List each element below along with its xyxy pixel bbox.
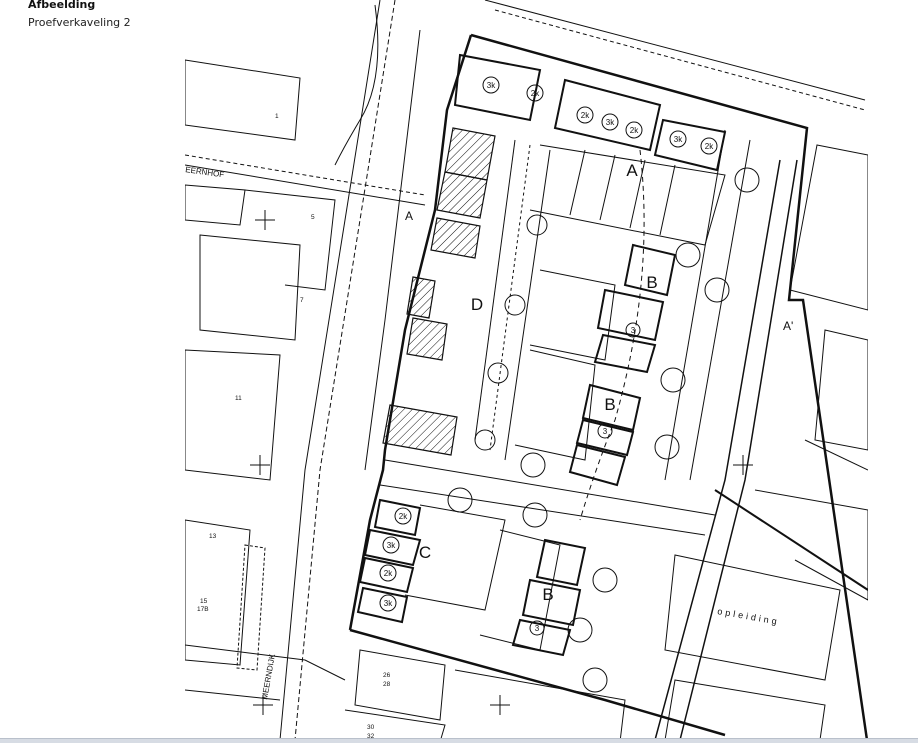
street-name-meernhof: EERNHOF <box>185 165 225 179</box>
site-boundary-north <box>470 33 868 741</box>
street-name-meerndijk: MEERNDIJK <box>260 653 277 701</box>
unit-label: 3k <box>487 81 496 90</box>
section-marker-a: A <box>405 209 413 223</box>
unit-label: 2k <box>531 89 540 98</box>
window-bottom-edge <box>0 738 918 743</box>
site-plan-drawing: 3k 2k 2k 3k 2k 3k 2k 3 3 3 2k 3k 2k 3k A… <box>185 0 868 742</box>
house-number: 13 <box>209 533 217 540</box>
plot-label-b: B <box>542 585 553 604</box>
garage-hatch-2 <box>436 171 488 219</box>
house-number: 28 <box>383 681 391 688</box>
house-number: 30 <box>367 724 375 731</box>
garage-hatch-5 <box>406 317 448 361</box>
unit-label: 3k <box>387 541 396 550</box>
house-number: 17B <box>197 606 209 613</box>
house-number: 26 <box>383 672 391 679</box>
site-boundary-east-road <box>654 159 781 741</box>
plot-label-b: B <box>604 395 615 414</box>
building-label: opleiding <box>717 606 781 627</box>
unit-label: 2k <box>581 111 590 120</box>
unit-label: 2k <box>705 142 714 151</box>
house-number: 11 <box>235 395 242 402</box>
garage-hatch-3 <box>430 217 481 259</box>
plot-label-b: B <box>646 273 657 292</box>
unit-label: 2k <box>399 512 408 521</box>
unit-label: 3k <box>384 599 393 608</box>
unit-label: 2k <box>630 126 639 135</box>
house-number: 15 <box>200 598 208 605</box>
plot-label-c: C <box>419 543 431 562</box>
panel-title: Afbeelding <box>28 0 96 11</box>
garage-hatch-4 <box>406 276 436 319</box>
unit-label: 3 <box>603 427 608 436</box>
unit-label: 3k <box>674 135 683 144</box>
house-number: 5 <box>311 214 315 221</box>
site-boundary-ne <box>714 489 868 591</box>
unit-label: 3k <box>606 118 615 127</box>
panel-subtitle: Proefverkaveling 2 <box>28 16 131 29</box>
section-marker-a-prime: A' <box>783 319 793 333</box>
house-number: 7 <box>300 297 304 304</box>
unit-label: 3 <box>631 326 636 335</box>
garage-hatch-6 <box>382 404 458 456</box>
unit-label: 3 <box>535 624 540 633</box>
site-plan-image: 3k 2k 2k 3k 2k 3k 2k 3 3 3 2k 3k 2k 3k A… <box>185 0 868 742</box>
house-number: 1 <box>275 113 279 120</box>
garage-hatch-1 <box>444 127 496 181</box>
unit-label: 2k <box>384 569 393 578</box>
plot-label-d: D <box>471 295 483 314</box>
plot-label-a: A <box>626 161 638 180</box>
